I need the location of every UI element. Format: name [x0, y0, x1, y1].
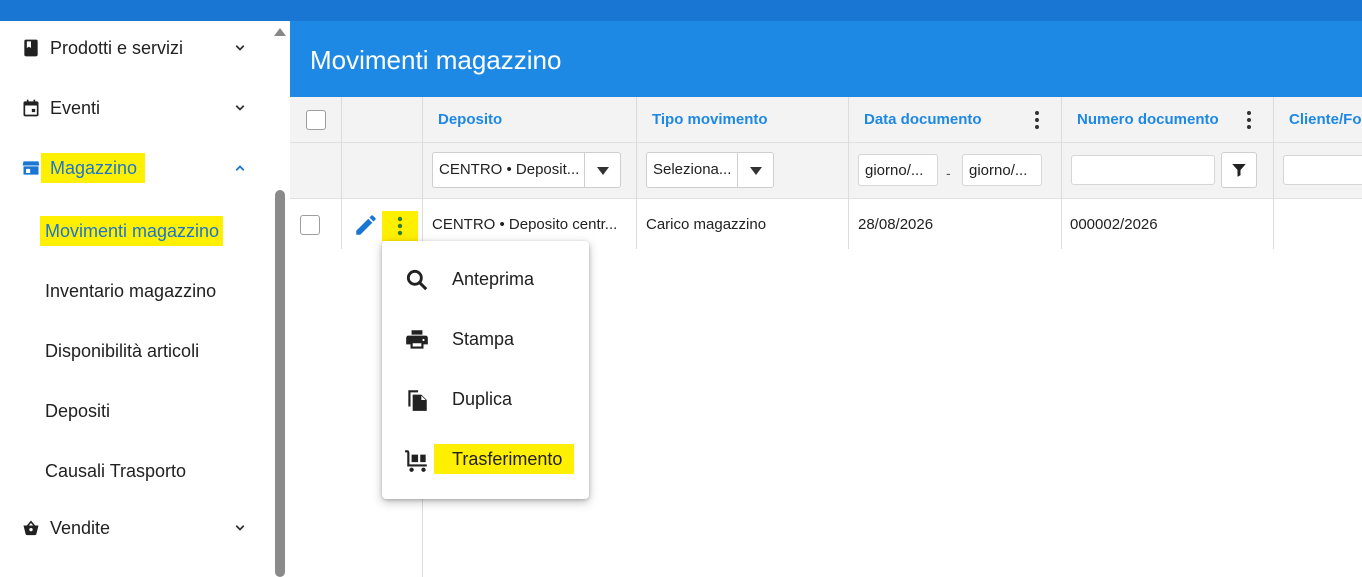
cell-tipo: Carico magazzino [646, 216, 767, 233]
app-root: Prodotti e servizi Eventi Magazzino Movi… [0, 0, 1362, 577]
cliente-filter-input[interactable] [1283, 155, 1362, 185]
more-vertical-icon [397, 216, 403, 236]
sidebar-item-label: Magazzino [41, 153, 146, 183]
store-icon [22, 161, 40, 175]
cell-numero: 000002/2026 [1070, 216, 1158, 233]
sidebar-subitem-label: Movimenti magazzino [40, 216, 224, 246]
page-header: Movimenti magazzino [290, 21, 1362, 97]
menu-item-label: Trasferimento [434, 444, 575, 474]
sidebar: Prodotti e servizi Eventi Magazzino Movi… [0, 21, 272, 577]
row-actions-menu-button[interactable] [382, 211, 418, 241]
data-from-input[interactable]: giorno/... [858, 154, 938, 186]
col-divider [636, 97, 637, 249]
filter-icon [1232, 164, 1246, 177]
sidebar-subitem-disponibilita[interactable]: Disponibilità articoli [0, 331, 272, 371]
copy-icon [408, 390, 427, 411]
sidebar-item-eventi[interactable]: Eventi [0, 86, 272, 130]
sidebar-item-label: Eventi [50, 98, 101, 118]
cell-deposito: CENTRO • Deposito centr... [432, 216, 618, 233]
menu-item-label: Duplica [452, 389, 513, 409]
deposito-filter-select[interactable]: CENTRO • Deposit... [432, 152, 621, 188]
cart-transfer-icon [405, 450, 427, 472]
menu-item-anteprima[interactable]: Anteprima [382, 249, 589, 309]
chevron-down-icon [235, 525, 245, 531]
sidebar-item-label: Prodotti e servizi [50, 38, 184, 58]
sidebar-subitem-label: Inventario magazzino [45, 281, 217, 301]
menu-item-stampa[interactable]: Stampa [382, 309, 589, 369]
sidebar-item-magazzino[interactable]: Magazzino [0, 146, 272, 190]
sidebar-item-vendite[interactable]: Vendite [0, 506, 272, 550]
data-to-input[interactable]: giorno/... [962, 154, 1042, 186]
data-to-value: giorno/... [969, 162, 1028, 179]
column-menu-icon[interactable] [1035, 111, 1039, 129]
menu-item-duplica[interactable]: Duplica [382, 369, 589, 429]
chevron-up-icon [235, 165, 245, 171]
sidebar-subitem-depositi[interactable]: Depositi [0, 391, 272, 431]
col-divider [1061, 97, 1062, 249]
tipo-filter-value: Seleziona... [653, 161, 732, 178]
book-icon [24, 39, 38, 57]
chevron-down-icon [235, 105, 245, 111]
col-divider [341, 97, 342, 249]
sidebar-item-prodotti[interactable]: Prodotti e servizi [0, 26, 272, 70]
cell-data: 28/08/2026 [858, 216, 934, 233]
deposito-filter-value: CENTRO • Deposit... [439, 161, 580, 178]
sidebar-subitem-label: Disponibilità articoli [45, 341, 200, 361]
sidebar-subitem-label: Depositi [45, 401, 111, 421]
chevron-down-icon [235, 45, 245, 51]
search-icon [406, 269, 428, 291]
numero-filter-input[interactable] [1071, 155, 1215, 185]
scrollbar-thumb[interactable] [275, 190, 285, 577]
row-actions-menu: Anteprima Stampa Duplica Trasferimento [382, 241, 589, 499]
sidebar-subitem-label: Causali Trasporto [45, 461, 187, 481]
column-header-numero[interactable]: Numero documento [1077, 110, 1219, 130]
sidebar-item-label: Vendite [50, 518, 111, 538]
top-bar [0, 0, 1362, 21]
menu-item-label: Anteprima [452, 269, 535, 289]
col-divider [1273, 97, 1274, 249]
dropdown-arrow-icon[interactable] [737, 153, 773, 187]
data-from-value: giorno/... [865, 162, 924, 179]
column-menu-icon[interactable] [1247, 111, 1251, 129]
menu-item-label: Stampa [452, 329, 515, 349]
select-all-checkbox[interactable] [306, 110, 326, 130]
edit-pencil-icon[interactable] [353, 212, 379, 238]
column-header-data[interactable]: Data documento [864, 110, 982, 130]
menu-item-trasferimento[interactable]: Trasferimento [382, 429, 589, 489]
column-header-tipo[interactable]: Tipo movimento [652, 110, 768, 130]
page-title: Movimenti magazzino [310, 45, 562, 75]
column-header-cliente[interactable]: Cliente/Fo [1289, 110, 1362, 130]
date-range-separator: - [946, 165, 951, 181]
sidebar-subitem-movimenti[interactable]: Movimenti magazzino [0, 211, 272, 251]
sidebar-subitem-inventario[interactable]: Inventario magazzino [0, 271, 272, 311]
print-icon [406, 330, 428, 349]
filter-button[interactable] [1221, 152, 1257, 188]
column-header-deposito[interactable]: Deposito [438, 110, 502, 130]
sidebar-subitem-causali[interactable]: Causali Trasporto [0, 451, 272, 491]
dropdown-arrow-icon[interactable] [584, 153, 620, 187]
basket-icon [23, 520, 39, 536]
row-checkbox[interactable] [300, 215, 320, 235]
col-divider [848, 97, 849, 249]
calendar-icon [23, 99, 39, 117]
scroll-up-arrow-icon[interactable] [274, 28, 286, 36]
tipo-filter-select[interactable]: Seleziona... [646, 152, 774, 188]
